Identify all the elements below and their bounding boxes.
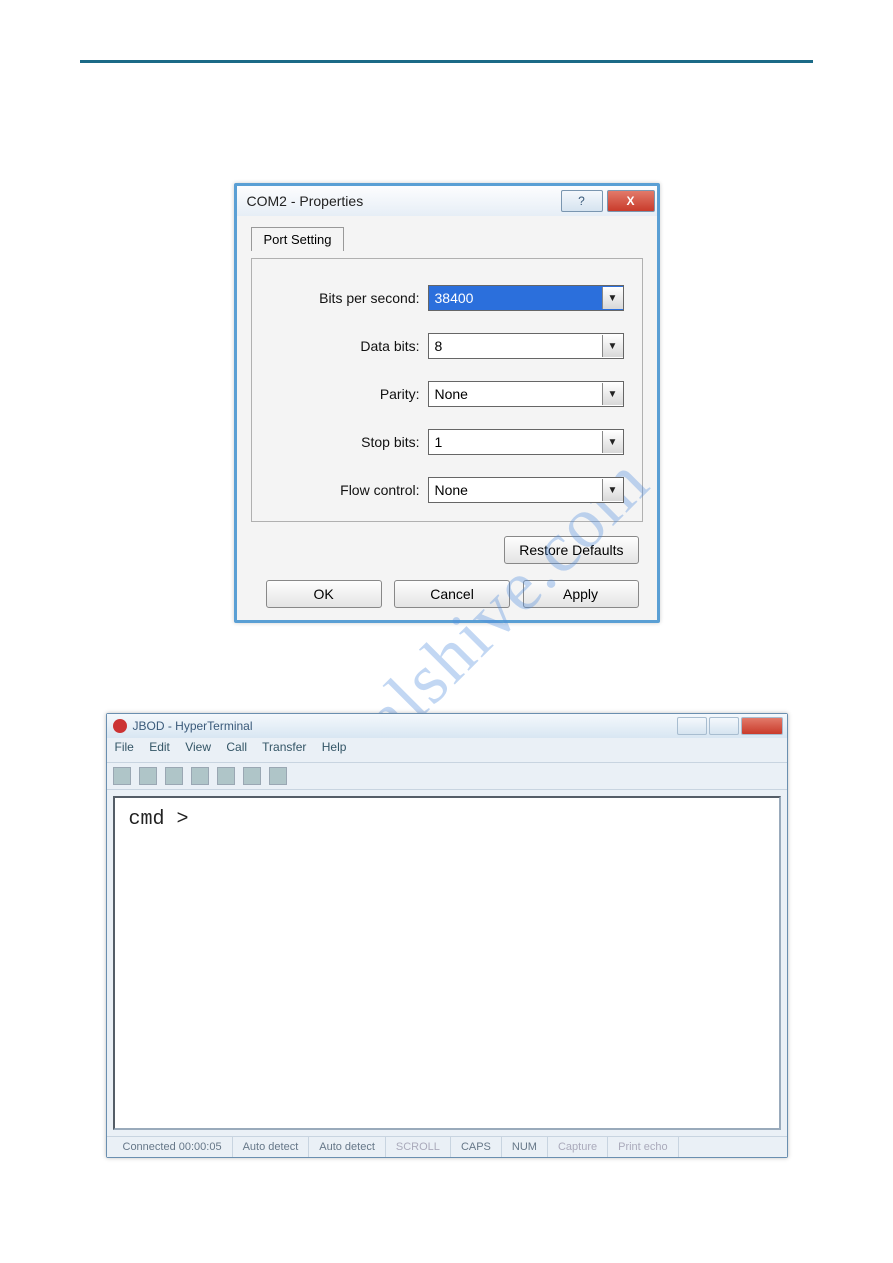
restore-defaults-button[interactable]: Restore Defaults <box>504 536 638 564</box>
bits-per-second-combo[interactable]: 38400 ▼ <box>428 285 624 311</box>
titlebar: JBOD - HyperTerminal <box>107 714 787 738</box>
close-button[interactable]: X <box>607 190 655 212</box>
cancel-button[interactable]: Cancel <box>394 580 510 608</box>
status-scroll: SCROLL <box>386 1137 451 1157</box>
app-icon <box>113 719 127 733</box>
menu-bar: File Edit View Call Transfer Help <box>107 738 787 763</box>
toolbar <box>107 763 787 790</box>
status-detect2: Auto detect <box>309 1137 386 1157</box>
titlebar: COM2 - Properties ? X <box>237 186 657 216</box>
header-rule <box>80 60 813 63</box>
menu-transfer[interactable]: Transfer <box>262 740 306 754</box>
flow-control-label: Flow control: <box>270 482 428 498</box>
stop-bits-combo[interactable]: 1 ▼ <box>428 429 624 455</box>
flow-control-combo[interactable]: None ▼ <box>428 477 624 503</box>
toolbar-icon[interactable] <box>113 767 131 785</box>
parity-label: Parity: <box>270 386 428 402</box>
bits-per-second-label: Bits per second: <box>270 290 428 306</box>
flow-control-value: None <box>429 482 602 498</box>
toolbar-icon[interactable] <box>139 767 157 785</box>
status-detect1: Auto detect <box>233 1137 310 1157</box>
data-bits-label: Data bits: <box>270 338 428 354</box>
data-bits-value: 8 <box>429 338 602 354</box>
status-capture: Capture <box>548 1137 608 1157</box>
bits-per-second-value: 38400 <box>429 290 602 306</box>
settings-group: Bits per second: 38400 ▼ Data bits: 8 ▼ … <box>251 258 643 522</box>
chevron-down-icon: ▼ <box>602 335 623 357</box>
minimize-button[interactable] <box>677 717 707 735</box>
apply-button[interactable]: Apply <box>523 580 639 608</box>
maximize-button[interactable] <box>709 717 739 735</box>
chevron-down-icon: ▼ <box>602 383 623 405</box>
close-icon: X <box>626 194 634 208</box>
menu-edit[interactable]: Edit <box>149 740 170 754</box>
ok-button[interactable]: OK <box>266 580 382 608</box>
parity-combo[interactable]: None ▼ <box>428 381 624 407</box>
window-title: COM2 - Properties <box>247 193 559 209</box>
tab-port-setting[interactable]: Port Setting <box>251 227 345 251</box>
window-title: JBOD - HyperTerminal <box>133 719 677 733</box>
toolbar-icon[interactable] <box>269 767 287 785</box>
hyperterminal-window: JBOD - HyperTerminal File Edit View Call… <box>106 713 788 1158</box>
parity-value: None <box>429 386 602 402</box>
status-num: NUM <box>502 1137 548 1157</box>
menu-view[interactable]: View <box>185 740 211 754</box>
status-bar: Connected 00:00:05 Auto detect Auto dete… <box>107 1136 787 1157</box>
help-button[interactable]: ? <box>561 190 603 212</box>
help-icon: ? <box>578 194 585 208</box>
status-print: Print echo <box>608 1137 679 1157</box>
toolbar-icon[interactable] <box>243 767 261 785</box>
stop-bits-value: 1 <box>429 434 602 450</box>
toolbar-icon[interactable] <box>165 767 183 785</box>
chevron-down-icon: ▼ <box>602 479 623 501</box>
terminal-output[interactable]: cmd > <box>113 796 781 1130</box>
status-caps: CAPS <box>451 1137 502 1157</box>
menu-file[interactable]: File <box>115 740 134 754</box>
toolbar-icon[interactable] <box>217 767 235 785</box>
menu-help[interactable]: Help <box>322 740 347 754</box>
chevron-down-icon: ▼ <box>602 431 623 453</box>
toolbar-icon[interactable] <box>191 767 209 785</box>
menu-call[interactable]: Call <box>226 740 247 754</box>
properties-dialog: COM2 - Properties ? X Port Setting Bits … <box>234 183 660 623</box>
close-button[interactable] <box>741 717 783 735</box>
terminal-prompt: cmd > <box>129 808 189 831</box>
chevron-down-icon: ▼ <box>602 287 623 309</box>
stop-bits-label: Stop bits: <box>270 434 428 450</box>
status-connected: Connected 00:00:05 <box>113 1137 233 1157</box>
data-bits-combo[interactable]: 8 ▼ <box>428 333 624 359</box>
